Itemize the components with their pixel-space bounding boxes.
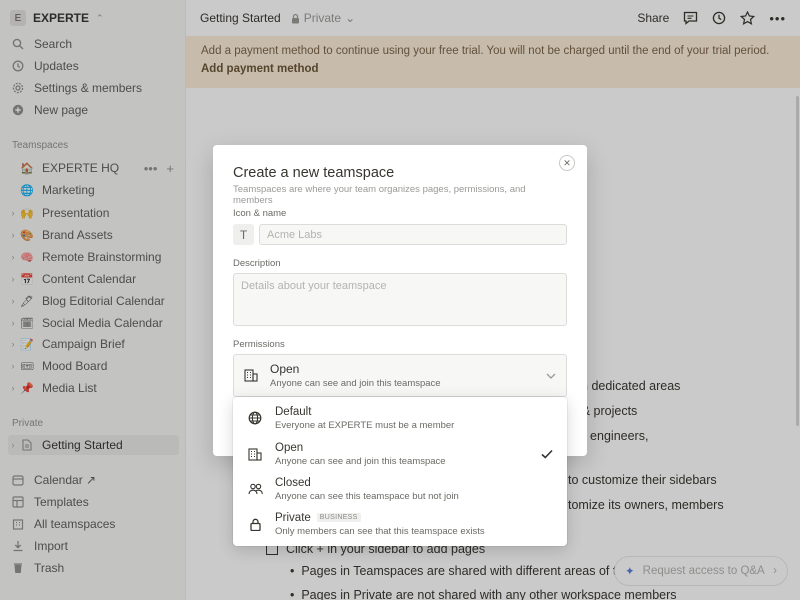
building-icon [244, 369, 258, 382]
permission-option-private[interactable]: Private BUSINESS Only members can see th… [233, 507, 567, 541]
checkmark-icon [541, 449, 553, 459]
permission-option-open[interactable]: Open Anyone can see and join this teamsp… [233, 437, 567, 471]
lock-icon [247, 518, 263, 531]
permissions-label: Permissions [233, 339, 285, 350]
teamspace-description-input[interactable] [233, 273, 567, 326]
selected-permission-title: Open [270, 362, 300, 376]
option-title: Open [275, 441, 304, 454]
option-title: Private [275, 511, 311, 524]
modal-subtitle: Teamspaces are where your team organizes… [233, 184, 526, 206]
permissions-dropdown: Default Everyone at EXPERTE must be a me… [233, 397, 567, 546]
building-icon [247, 447, 263, 461]
permissions-select[interactable]: Open Anyone can see and join this teamsp… [233, 354, 567, 397]
teamspace-icon-picker[interactable]: T [233, 224, 254, 245]
modal-title: Create a new teamspace [233, 165, 395, 181]
option-title: Default [275, 405, 312, 418]
option-title: Closed [275, 476, 311, 489]
description-label: Description [233, 258, 281, 269]
chevron-down-icon [546, 373, 556, 379]
business-badge: BUSINESS [316, 513, 361, 522]
option-desc: Anyone can see this teamspace but not jo… [275, 490, 459, 502]
globe-icon [247, 411, 263, 425]
permission-option-closed[interactable]: Closed Anyone can see this teamspace but… [233, 472, 567, 506]
option-desc: Only members can see that this teamspace… [275, 525, 485, 537]
selected-permission-desc: Anyone can see and join this teamspace [270, 378, 441, 389]
close-icon[interactable]: ✕ [559, 155, 575, 171]
people-icon [247, 483, 263, 495]
icon-name-label: Icon & name [233, 208, 287, 219]
teamspace-name-input[interactable] [259, 224, 567, 245]
option-desc: Everyone at EXPERTE must be a member [275, 419, 455, 431]
option-desc: Anyone can see and join this teamspace [275, 455, 446, 467]
permission-option-default[interactable]: Default Everyone at EXPERTE must be a me… [233, 401, 567, 435]
